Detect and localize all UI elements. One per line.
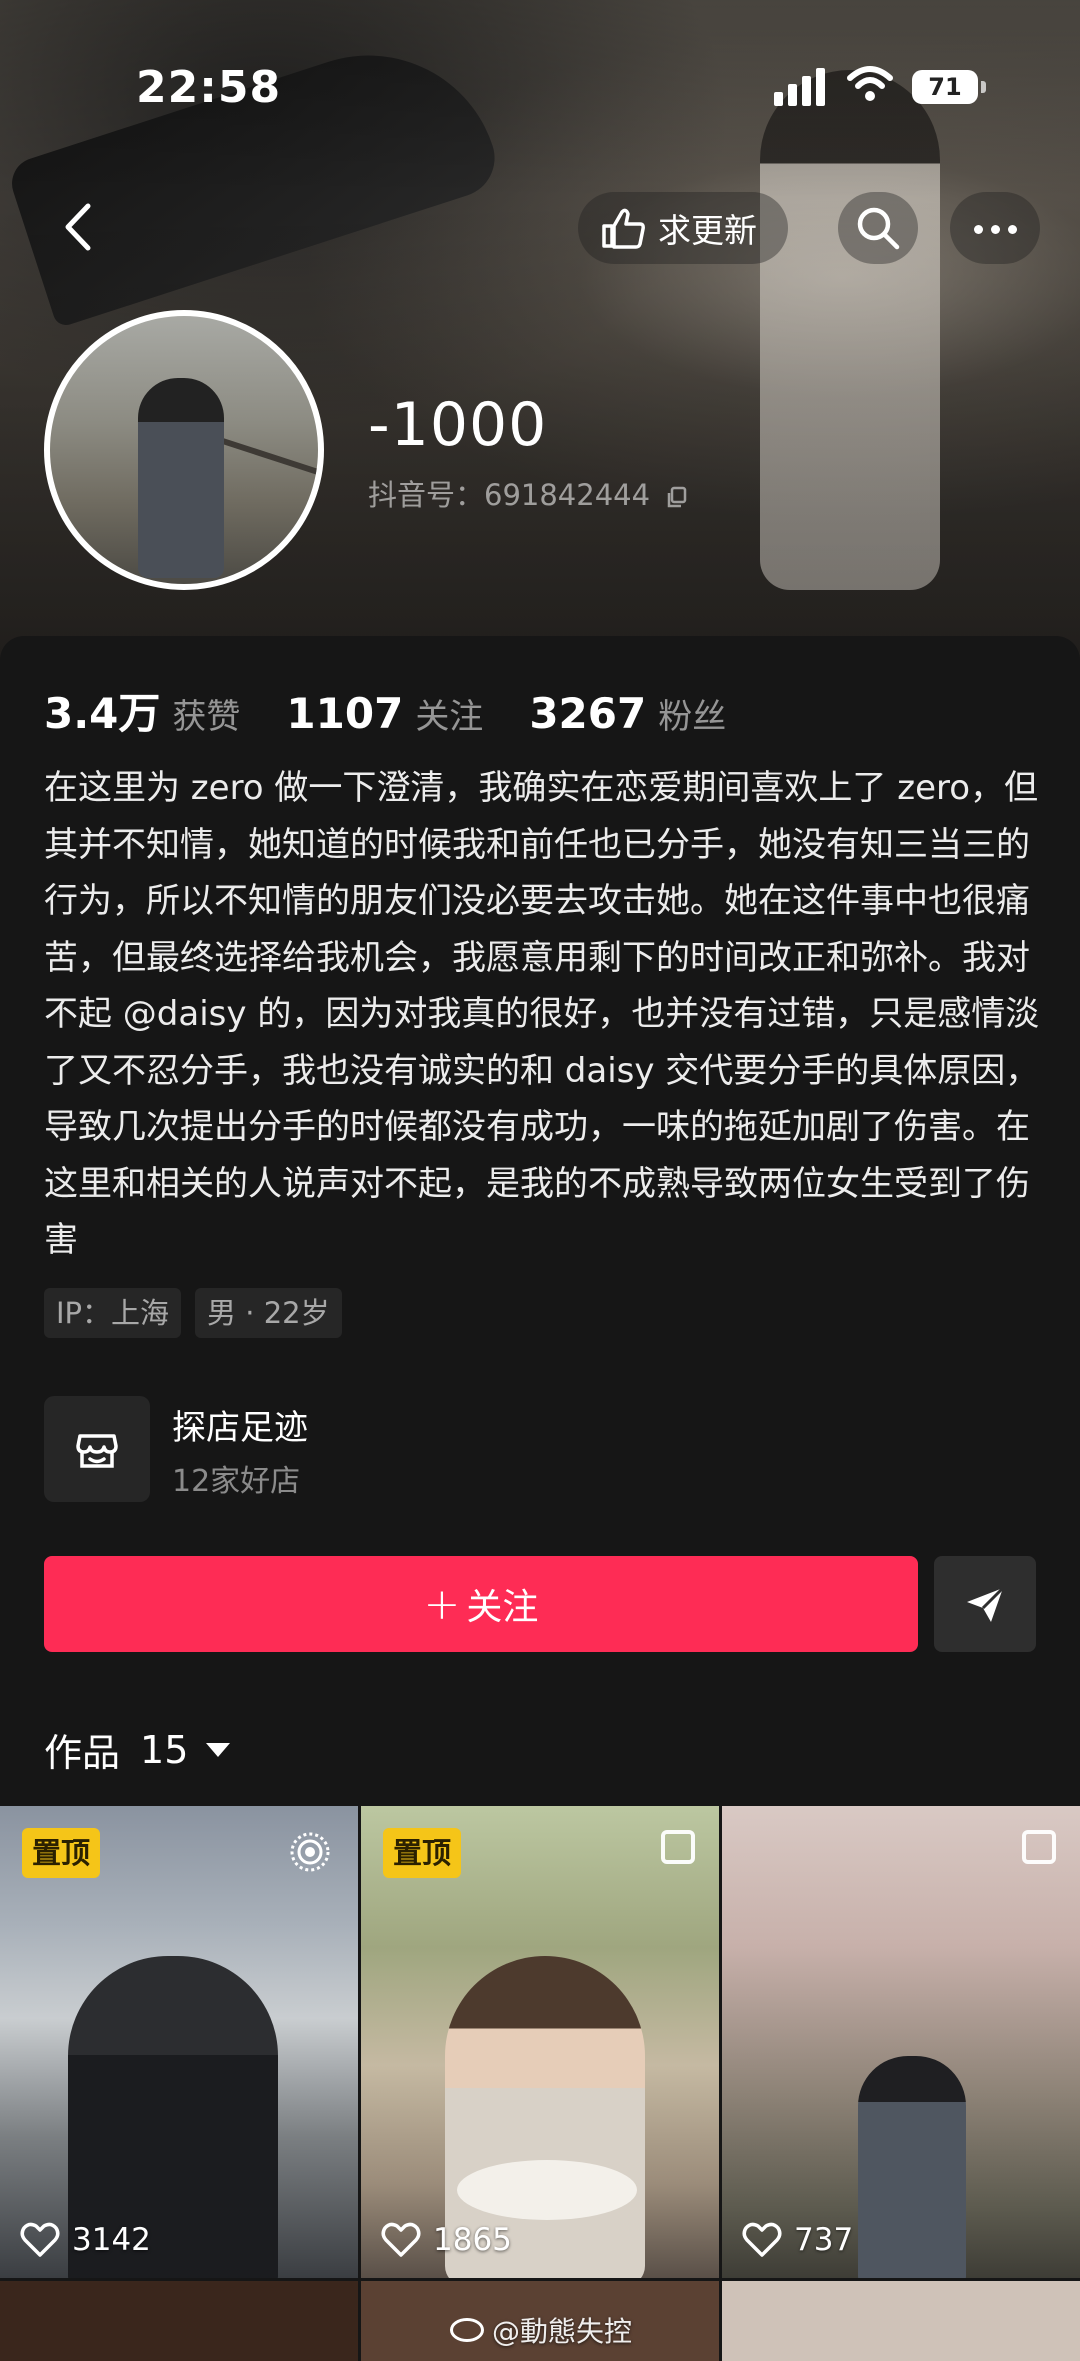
request-update-label: 求更新: [658, 211, 757, 250]
profile-tags: IP：上海 男 · 22岁: [44, 1288, 356, 1338]
shop-subtitle: 12家好店: [172, 1464, 301, 1499]
video-thumbnail[interactable]: [0, 2281, 358, 2361]
watermark: @動態失控: [450, 2310, 632, 2350]
video-thumbnail[interactable]: 置顶 3142: [0, 1806, 358, 2278]
multi-image-icon: [1022, 1830, 1056, 1864]
request-update-button[interactable]: 求更新: [578, 192, 788, 264]
store-visits-entry[interactable]: 探店足迹 12家好店: [44, 1396, 644, 1502]
send-icon: [967, 1586, 1005, 1622]
search-button[interactable]: [838, 192, 918, 264]
nickname: -1000: [368, 390, 548, 460]
follow-button[interactable]: + 关注: [44, 1556, 918, 1652]
likes-count: 737: [794, 2222, 854, 2258]
follow-label: 关注: [466, 1587, 539, 1628]
video-likes: 3142: [20, 2222, 151, 2258]
gender-age-tag: 男 · 22岁: [195, 1288, 342, 1338]
pinned-badge: 置顶: [383, 1828, 462, 1878]
works-tab[interactable]: 作品 15: [44, 1722, 231, 1777]
followers-label: 粉丝: [658, 697, 727, 737]
heart-icon: [381, 2222, 421, 2257]
video-thumbnail[interactable]: [722, 2281, 1080, 2361]
following-count[interactable]: 1107: [286, 689, 403, 738]
video-thumbnail[interactable]: 737: [722, 1806, 1080, 2278]
heart-icon: [20, 2222, 60, 2257]
following-label: 关注: [415, 697, 484, 737]
pinned-badge: 置顶: [22, 1828, 101, 1878]
pointing-hand-icon: [602, 208, 645, 249]
plus-icon: +: [423, 1578, 461, 1630]
followers-count[interactable]: 3267: [529, 689, 646, 738]
battery-indicator: 71: [912, 70, 986, 104]
wifi-icon: [847, 66, 893, 101]
watermark-text: @動態失控: [492, 2315, 633, 2348]
multi-image-icon: [661, 1830, 695, 1864]
profile-bio: 在这里为 zero 做一下澄清，我确实在恋爱期间喜欢上了 zero，但其并不知情…: [44, 768, 1040, 1260]
caret-down-icon: [206, 1742, 231, 1757]
works-count: 15: [140, 1727, 189, 1772]
heart-icon: [742, 2222, 782, 2257]
share-button[interactable]: [934, 1556, 1036, 1652]
works-label: 作品: [44, 1731, 121, 1775]
back-icon[interactable]: [58, 200, 98, 254]
likes-count: 1865: [433, 2222, 512, 2258]
weibo-logo-icon: [450, 2318, 484, 2342]
likes-count[interactable]: 3.4万: [44, 680, 160, 741]
copy-icon[interactable]: [665, 485, 689, 509]
video-likes: 737: [742, 2222, 853, 2258]
avatar[interactable]: [44, 310, 324, 590]
profile-stats: 3.4万 获赞 1107 关注 3267 粉丝: [44, 680, 772, 741]
live-photo-icon: [290, 1832, 330, 1872]
shop-title: 探店足迹: [172, 1408, 308, 1448]
ip-location-tag: IP：上海: [44, 1288, 182, 1338]
cellular-signal-icon: [774, 66, 828, 106]
more-icon: [970, 219, 1021, 238]
douyin-id-text: 抖音号：691842444: [368, 478, 651, 512]
video-likes: 1865: [381, 2222, 512, 2258]
search-icon: [857, 207, 900, 250]
likes-label: 获赞: [172, 697, 241, 737]
video-thumbnail[interactable]: 置顶 1865: [361, 1806, 719, 2278]
shop-icon: [44, 1396, 150, 1502]
likes-count: 3142: [72, 2222, 151, 2258]
more-options-button[interactable]: [950, 192, 1040, 264]
status-time: 22:58: [136, 62, 282, 113]
douyin-id[interactable]: 抖音号：691842444: [368, 472, 689, 514]
